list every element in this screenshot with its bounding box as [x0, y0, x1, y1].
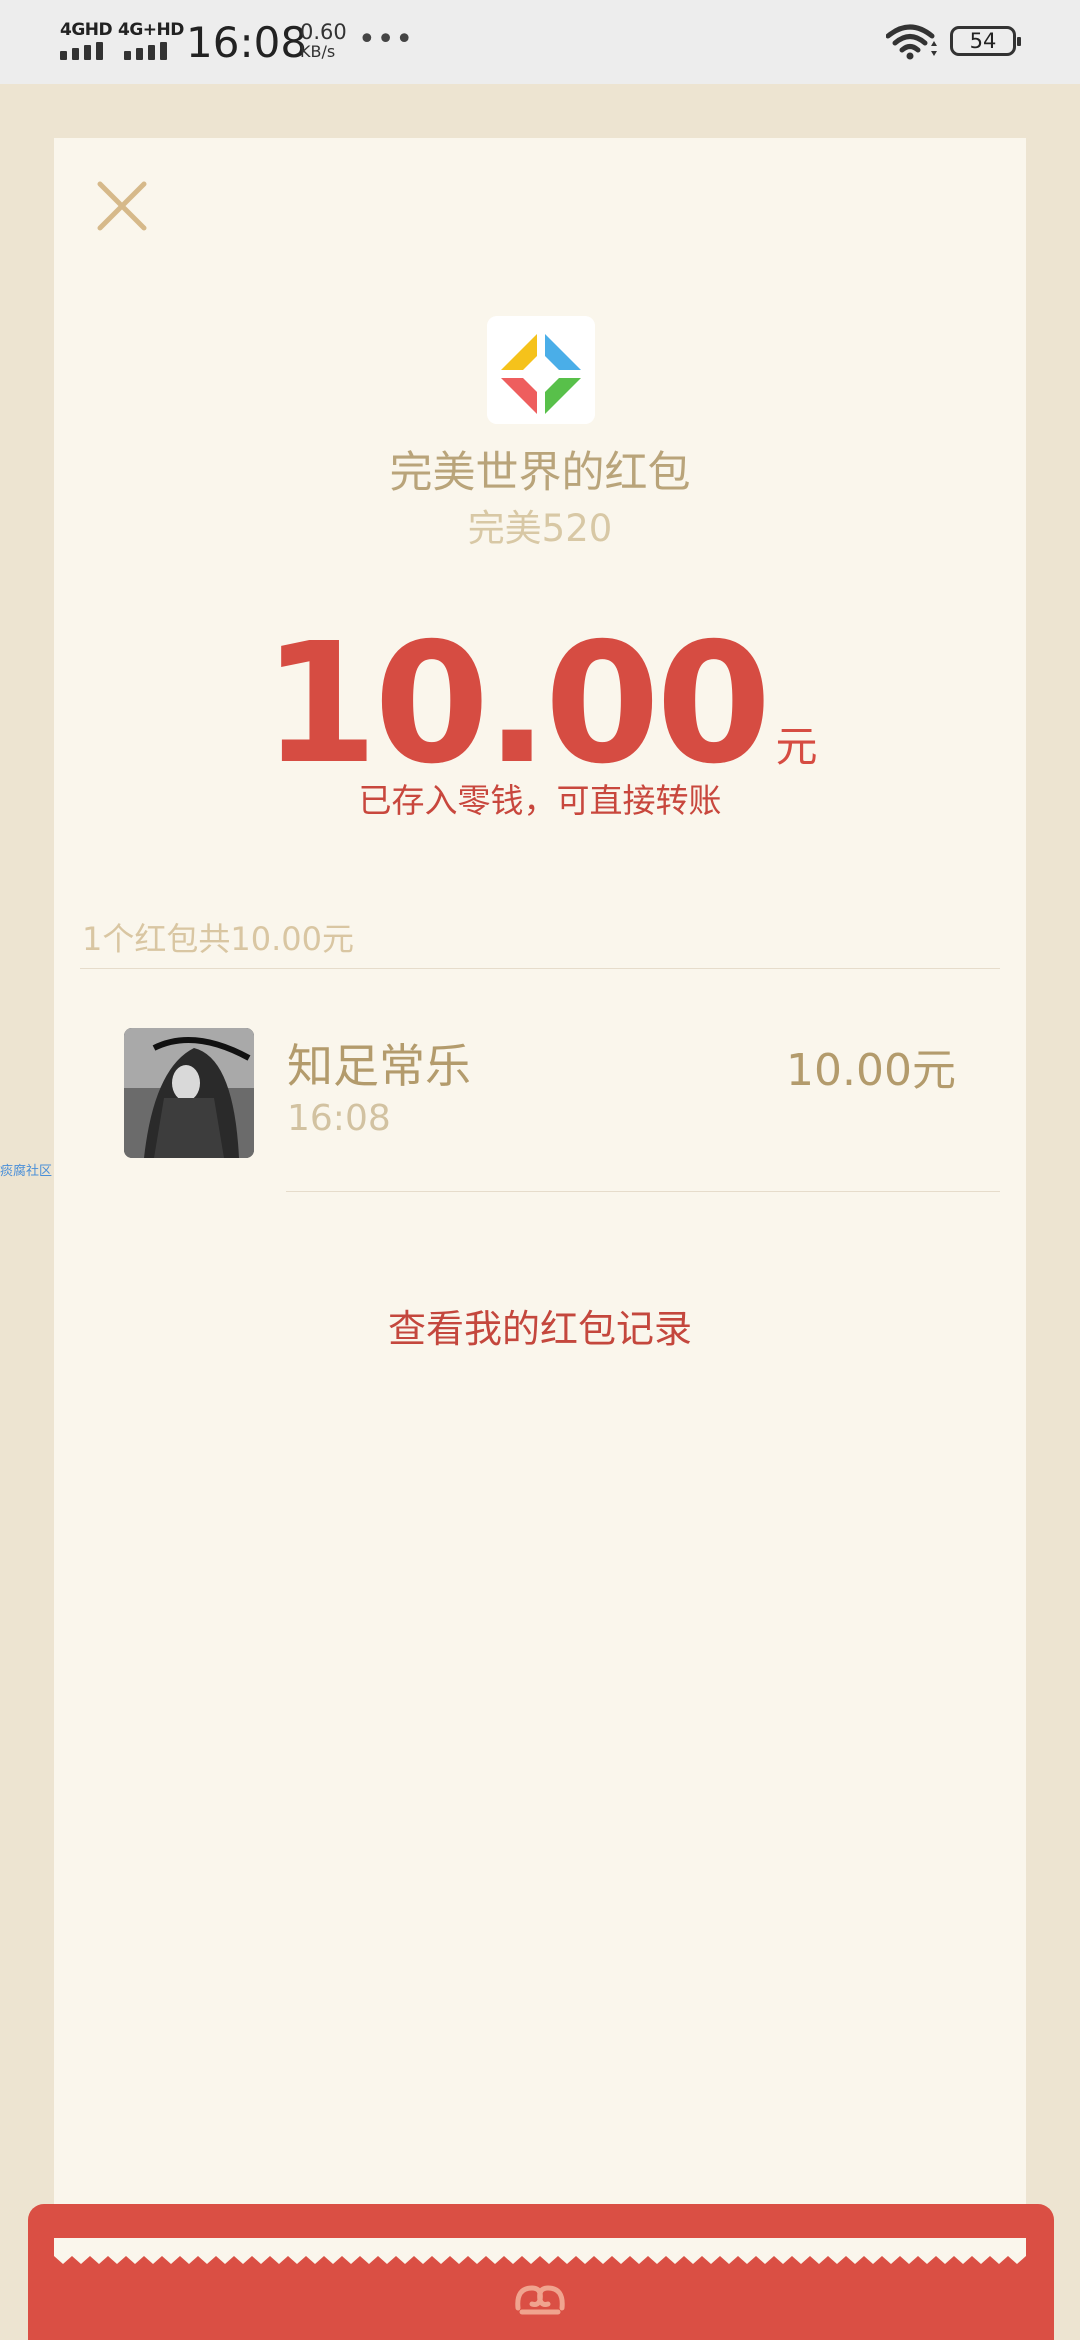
- status-bar: 4GHD 4G+HD 16:08 0.60 KB/s ••• 54: [0, 0, 1080, 84]
- deposit-note: 已存入零钱，可直接转账: [358, 781, 722, 820]
- receive-time: 16:08: [287, 1098, 391, 1139]
- zigzag-edge: [54, 2238, 1026, 2264]
- more-notifications-icon: •••: [358, 22, 415, 57]
- sender-title: 完美世界的红包: [389, 448, 691, 498]
- divider: [80, 968, 1000, 969]
- view-records-link[interactable]: 查看我的红包记录: [54, 1298, 1026, 1353]
- amount-display: 10.00 元: [54, 608, 1026, 801]
- red-packet-detail-card: 完美世界的红包 完美520 10.00 元 已存入零钱，可直接转账 1个红包共10…: [54, 138, 1026, 2290]
- battery-level: 54: [969, 29, 997, 53]
- status-time: 16:08: [186, 18, 308, 67]
- signal-bars-icon: [60, 42, 103, 60]
- close-icon[interactable]: [92, 176, 152, 236]
- receiver-name: 知足常乐: [287, 1039, 471, 1093]
- divider: [286, 1191, 1000, 1192]
- cloud-pattern-icon: [515, 2285, 565, 2315]
- signal-1-label: 4GHD: [60, 20, 113, 40]
- network-speed-unit: KB/s: [300, 42, 336, 61]
- amount-unit: 元: [775, 722, 818, 771]
- network-speed-value: 0.60: [300, 20, 347, 44]
- signal-bars-icon: [124, 42, 167, 60]
- signal-2-label: 4G+HD: [118, 20, 184, 40]
- envelope-flap: [28, 2204, 1054, 2340]
- packet-summary: 1个红包共10.00元: [82, 920, 354, 958]
- received-amount: 10.00元: [786, 1045, 956, 1096]
- perfect-world-logo: [487, 316, 595, 424]
- battery-icon: 54: [950, 26, 1021, 56]
- amount-value: 10.00: [262, 608, 771, 801]
- greeting-message: 完美520: [467, 507, 613, 550]
- network-speed: 0.60 KB/s: [300, 22, 347, 62]
- wifi-icon: [886, 24, 937, 60]
- side-watermark: 痰腐社区: [0, 1164, 53, 1179]
- avatar: [124, 1028, 254, 1158]
